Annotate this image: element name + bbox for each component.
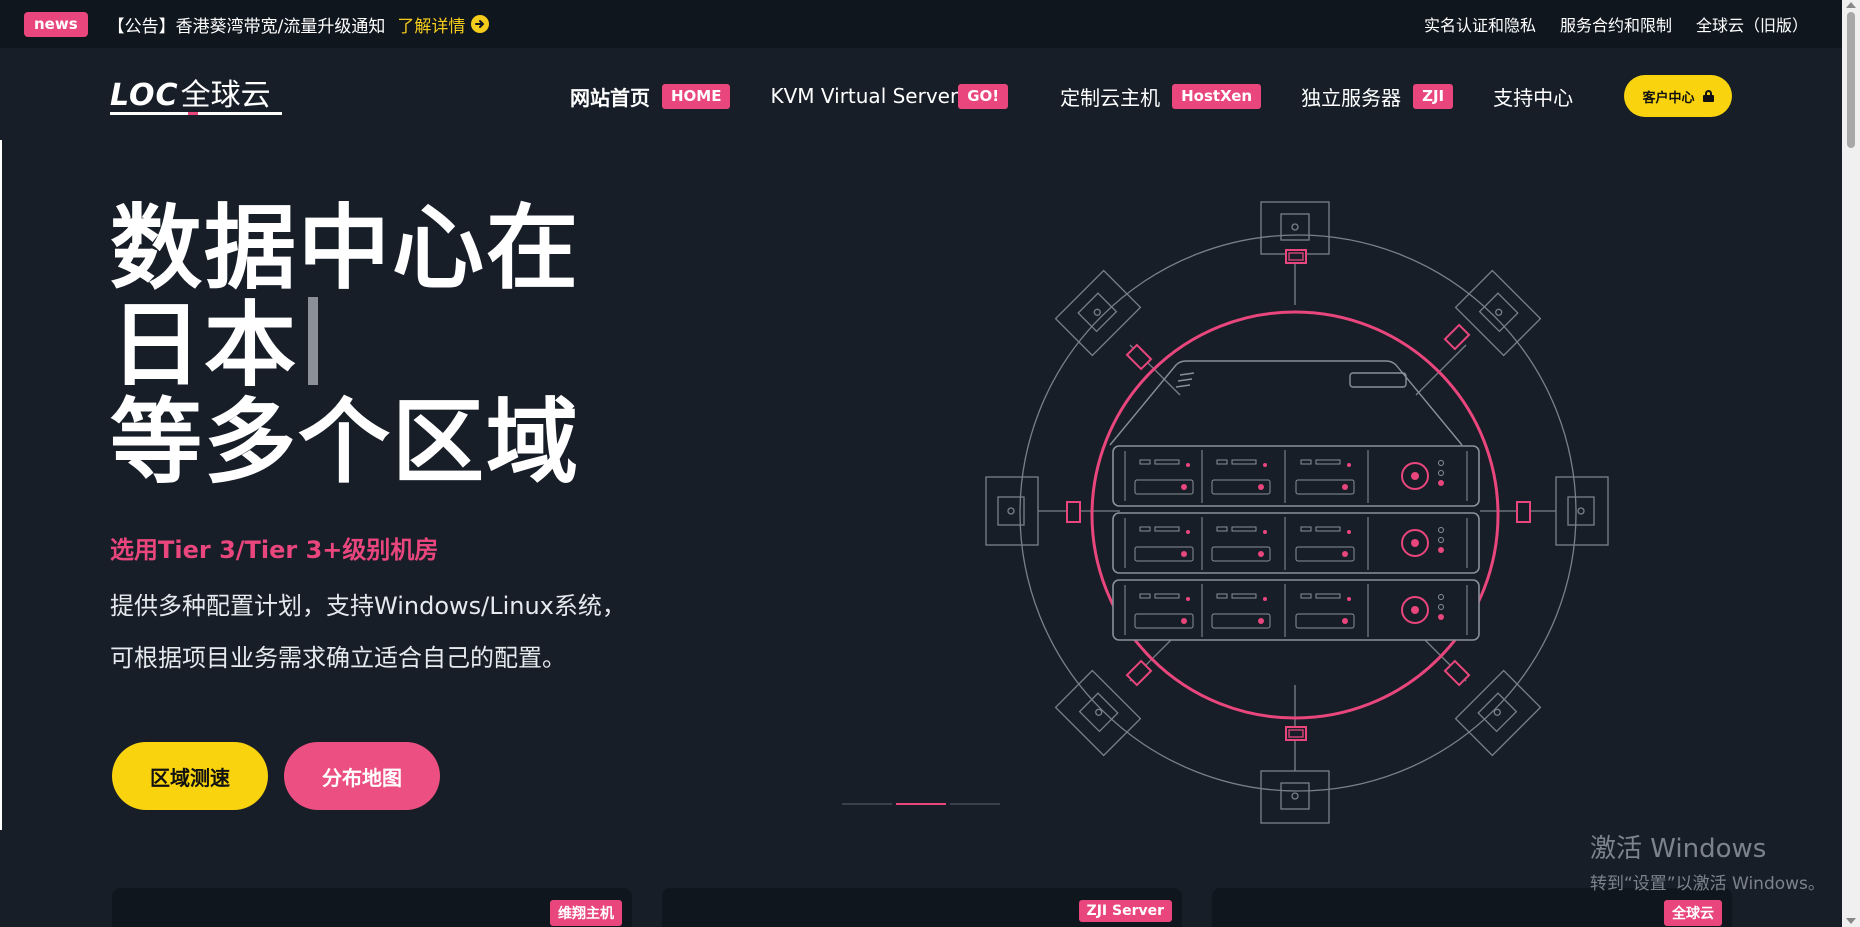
server-illustration [985, 201, 1609, 824]
server-unit-3 [1112, 579, 1480, 641]
nav-item-support[interactable]: 支持中心 [1493, 82, 1573, 111]
nav-label-support: 支持中心 [1493, 85, 1574, 110]
node-bottom [1260, 685, 1330, 824]
slider-indicator-2[interactable] [896, 803, 946, 805]
nav-item-home[interactable]: 网站首页 HOME [570, 82, 731, 111]
nav-label-kvm: KVM Virtual Server [770, 84, 959, 108]
logo-cn: 全球云 [180, 78, 271, 113]
hero-desc-line2: 可根据项目业务需求确立适合自己的配置。 [110, 644, 566, 672]
nav-label-custom-cloud: 定制云主机 [1060, 85, 1161, 110]
distribution-map-button[interactable]: 分布地图 [284, 742, 440, 810]
card-tag-vxhost: 维翔主机 [550, 900, 622, 926]
product-card-vxhost[interactable]: 维翔主机 [112, 888, 632, 927]
node-top-left [1054, 269, 1142, 357]
scroll-thumb[interactable] [1847, 12, 1855, 148]
logo-accent [188, 112, 198, 115]
announcement-link-label[interactable]: 了解详情 [397, 12, 465, 37]
node-bottom-right [1454, 669, 1542, 757]
hero-title-line2: 日本 [110, 292, 299, 399]
node-bottom-left [1054, 669, 1142, 757]
logo-latin: LOC [110, 78, 179, 113]
card-tag-zji: ZJI Server [1078, 900, 1172, 922]
client-center-button[interactable]: 客户中心 [1624, 75, 1732, 117]
hero-title-line1: 数据中心在 [110, 195, 581, 302]
scroll-up-arrow-icon[interactable] [1846, 2, 1856, 8]
server-unit-1 [1112, 445, 1480, 507]
nav-tag-custom-cloud: HostXen [1172, 83, 1262, 109]
top-link-realname[interactable]: 实名认证和隐私 [1424, 12, 1536, 36]
hero-description: 提供多种配置计划，支持Windows/Linux系统， 可根据项目业务需求确立适… [110, 580, 670, 684]
site-logo[interactable]: LOC全球云 [110, 70, 290, 118]
server-unit-2 [1112, 512, 1480, 574]
watermark-line1: 激活 Windows [1590, 834, 1767, 864]
nav-item-custom-cloud[interactable]: 定制云主机 HostXen [1060, 82, 1262, 111]
nav-tag-home: HOME [662, 83, 731, 109]
typing-cursor [308, 297, 319, 385]
hero-subtitle: 选用Tier 3/Tier 3+级别机房 [110, 536, 439, 564]
hero-title: 数据中心在 日本 等多个区域 [110, 200, 670, 491]
product-card-zji[interactable]: ZJI Server [662, 888, 1182, 927]
node-left [985, 476, 1120, 546]
watermark-line2: 转到“设置”以激活 Windows。 [1590, 874, 1825, 894]
nav-label-home: 网站首页 [570, 85, 650, 110]
announcement-text[interactable]: 【公告】香港葵湾带宽/流量升级通知 [108, 12, 386, 37]
speed-test-button[interactable]: 区域测速 [112, 742, 268, 810]
top-link-terms[interactable]: 服务合约和限制 [1560, 12, 1672, 36]
top-link-old-version[interactable]: 全球云（旧版） [1696, 12, 1808, 36]
arrow-right-circle-icon [471, 15, 490, 33]
main-nav: 网站首页 HOME KVM Virtual Server GO! 定制云主机 H… [570, 80, 1573, 112]
windows-activation-watermark: 激活 Windows 转到“设置”以激活 Windows。 [1590, 828, 1825, 894]
nav-tag-kvm: GO! [958, 83, 1009, 109]
scroll-down-arrow-icon[interactable] [1846, 918, 1856, 924]
nav-item-dedicated[interactable]: 独立服务器 ZJI [1301, 82, 1454, 111]
nav-tag-dedicated: ZJI [1413, 83, 1454, 109]
lock-icon [1702, 90, 1714, 102]
hero-title-line3: 等多个区域 [110, 389, 581, 496]
top-links: 实名认证和隐私 服务合约和限制 全球云（旧版） [1424, 0, 1808, 48]
slider-indicator-1[interactable] [842, 803, 892, 805]
announcement-link[interactable]: 了解详情 [397, 12, 490, 37]
nav-label-dedicated: 独立服务器 [1301, 85, 1402, 110]
node-top-right [1454, 269, 1542, 357]
news-badge: news [24, 11, 88, 37]
announcement-bar: news 【公告】香港葵湾带宽/流量升级通知 了解详情 实名认证和隐私 服务合约… [0, 0, 1842, 48]
client-center-label: 客户中心 [1642, 90, 1695, 106]
hero-desc-line1: 提供多种配置计划，支持Windows/Linux系统， [110, 592, 626, 620]
nav-item-kvm[interactable]: KVM Virtual Server GO! [770, 83, 1009, 109]
window-edge [0, 140, 2, 830]
card-tag-global-cloud: 全球云 [1664, 900, 1722, 926]
vertical-scrollbar[interactable] [1842, 0, 1860, 927]
